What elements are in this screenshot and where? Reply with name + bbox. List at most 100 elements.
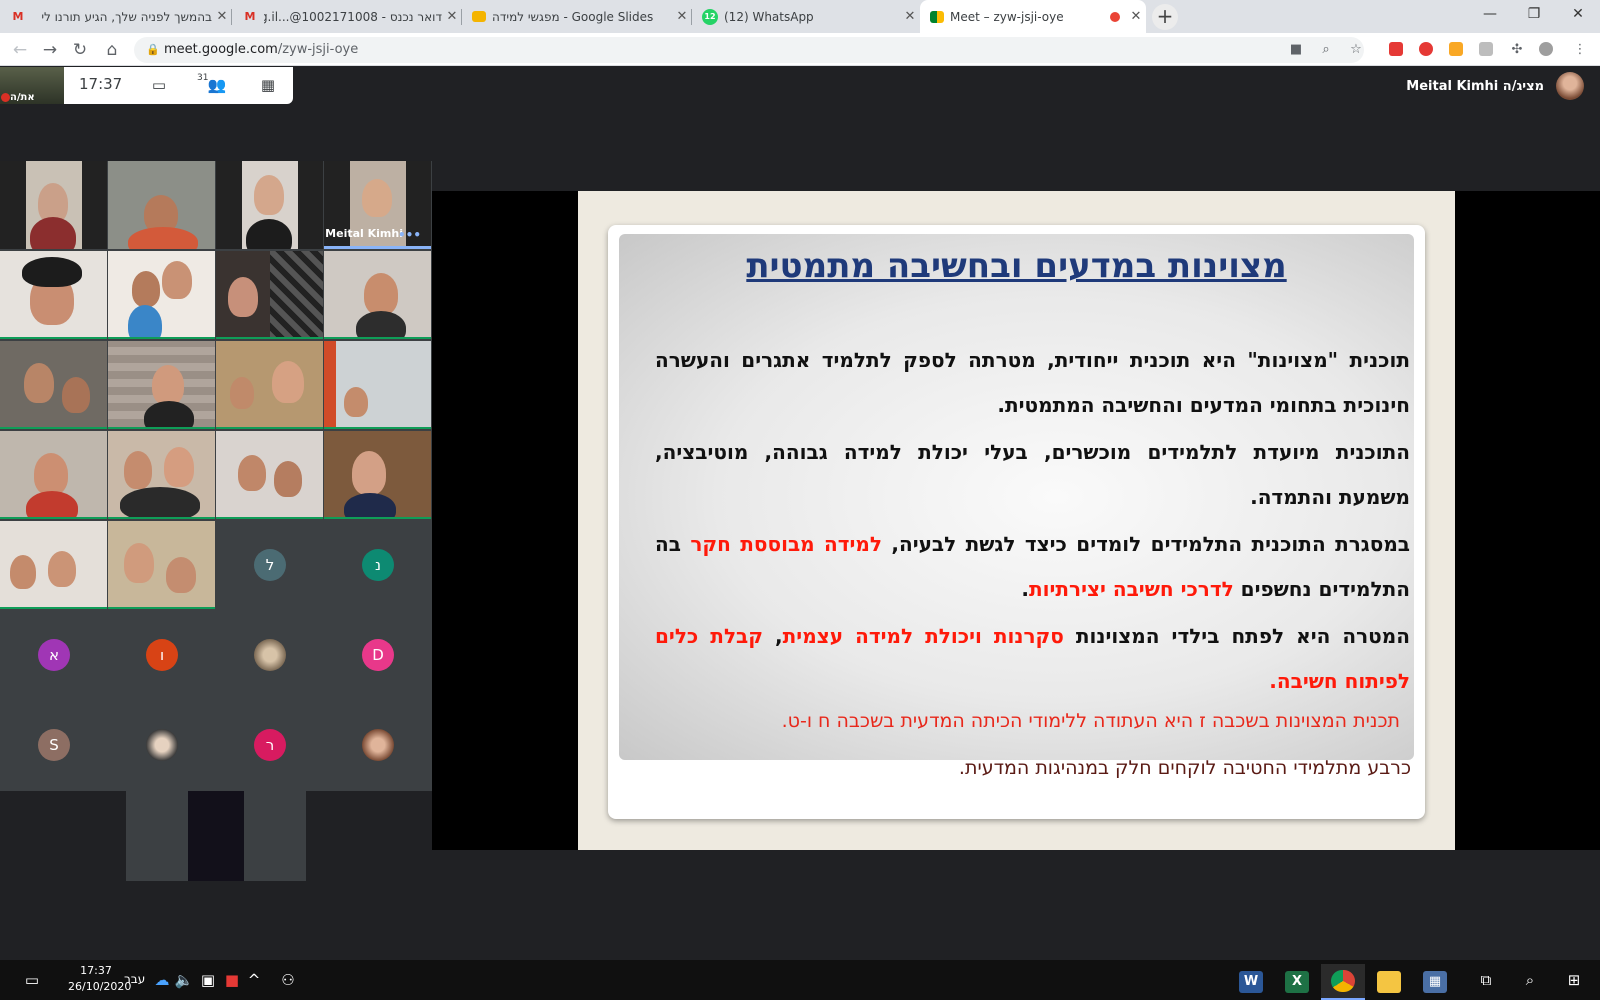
profile-icon[interactable] (1539, 42, 1553, 56)
extensions-puzzle-icon[interactable]: ✣ (1507, 40, 1527, 60)
tab-gmail-inbox[interactable]: M דואר נכנס - 1002171008@...org.il ✕ (232, 0, 462, 33)
network-icon[interactable]: ▣ (198, 970, 218, 990)
recording-indicator-icon (1110, 11, 1120, 22)
participant-tile[interactable] (108, 521, 215, 609)
gmail-icon: M (12, 10, 24, 23)
participant-avatar: D (362, 639, 394, 671)
task-view-icon[interactable]: ⧉ (1476, 970, 1496, 990)
participant-tile[interactable] (0, 341, 107, 429)
tab-meet[interactable]: Meet – zyw-jsji-oye ✕ (920, 0, 1146, 33)
extension-icon[interactable] (1389, 42, 1403, 56)
slides-icon (472, 11, 486, 22)
participant-tile[interactable] (108, 431, 215, 519)
bookmark-star-icon[interactable]: ☆ (1346, 40, 1366, 60)
taskbar-chrome[interactable] (1321, 964, 1365, 1000)
participant-tile[interactable] (108, 161, 215, 249)
participant-tile[interactable] (108, 701, 215, 789)
minimize-button[interactable]: — (1468, 0, 1512, 30)
tray-chevron-up-icon[interactable]: ^ (244, 970, 264, 990)
participant-tile[interactable]: D (324, 611, 431, 699)
participant-avatar: ר (254, 729, 286, 761)
zoom-icon[interactable]: ⌕ (1316, 40, 1336, 60)
back-icon[interactable]: ← (7, 37, 33, 63)
slide-paragraph-1: תוכנית "מצוינות" היא תוכנית ייחודית, מטר… (655, 348, 1410, 417)
word-icon: W (1239, 971, 1263, 993)
acrobat-icon[interactable]: ■ (222, 970, 242, 990)
participant-tile[interactable] (324, 251, 431, 339)
close-window-button[interactable]: ✕ (1556, 0, 1600, 30)
participant-avatar: ו (146, 639, 178, 671)
windows-start-icon[interactable]: ⊞ (1564, 970, 1584, 990)
more-options-icon[interactable]: ••• (398, 228, 421, 242)
self-view[interactable]: את/ה (0, 67, 64, 104)
address-bar[interactable]: 🔒 meet.google.com/zyw-jsji-oye (134, 37, 1364, 63)
taskbar-clock[interactable]: 17:37 26/10/2020 (68, 963, 131, 995)
close-tab-icon[interactable]: ✕ (672, 9, 692, 24)
extension-icon[interactable] (1449, 42, 1463, 56)
presenter-label: Meital Kimhi מציג/ה (1406, 72, 1584, 100)
chat-icon[interactable]: ▭ (146, 74, 172, 96)
people-tray-icon[interactable]: ⚇ (278, 970, 298, 990)
taskbar-excel[interactable]: X (1275, 964, 1319, 1000)
slide-paragraph-3: במסגרת התוכנית התלמידים לומדים כיצד לגשת… (655, 532, 1410, 601)
participant-tile[interactable] (108, 251, 215, 339)
taskbar-word[interactable]: W (1229, 964, 1273, 1000)
calculator-icon: ▦ (1423, 971, 1447, 993)
onedrive-icon[interactable]: ☁ (152, 970, 172, 990)
participant-tile[interactable] (0, 251, 107, 339)
participant-photo-avatar (362, 729, 394, 761)
folder-icon (1377, 971, 1401, 993)
participant-tile-meital-kimhi[interactable]: Meital Kimhi ••• (324, 161, 431, 249)
extension-icon[interactable] (1479, 42, 1493, 56)
gmail-icon: M (244, 10, 256, 23)
input-language[interactable]: עבר (124, 972, 145, 986)
volume-icon[interactable]: 🔈 (174, 970, 194, 990)
close-tab-icon[interactable]: ✕ (212, 9, 232, 24)
participant-tile[interactable]: ר (216, 701, 323, 789)
participant-tile[interactable]: א (0, 611, 107, 699)
new-tab-button[interactable]: + (1152, 4, 1178, 30)
close-tab-icon[interactable]: ✕ (900, 9, 920, 24)
participant-tile[interactable] (108, 341, 215, 429)
participant-tile[interactable] (216, 161, 323, 249)
tab-gmail-reply[interactable]: M בהמשך לפניה שלך, הגיע תורנו לי ✕ (0, 0, 232, 33)
close-tab-icon[interactable]: ✕ (1126, 9, 1146, 24)
participant-tile[interactable] (324, 701, 431, 789)
participant-tile[interactable] (216, 341, 323, 429)
participant-tile[interactable] (0, 161, 107, 249)
camera-icon[interactable]: ■ (1286, 40, 1306, 60)
home-icon[interactable]: ⌂ (99, 37, 125, 63)
close-tab-icon[interactable]: ✕ (442, 9, 462, 24)
people-icon[interactable]: 👥 (204, 74, 230, 96)
participant-tile[interactable] (324, 341, 431, 429)
meet-controls-bar: את/ה 17:37 ▭ 31 👥 ▦ (0, 67, 293, 104)
participant-tile[interactable]: S (0, 701, 107, 789)
restore-button[interactable]: ❐ (1512, 0, 1556, 30)
meeting-clock: 17:37 (79, 75, 123, 93)
participant-grid: Meital Kimhi ••• ל נ א ו D S ר (0, 161, 432, 791)
participant-tile[interactable] (324, 431, 431, 519)
participant-tile[interactable]: ו (108, 611, 215, 699)
participant-tile[interactable] (216, 251, 323, 339)
tab-whatsapp[interactable]: 12 (12) WhatsApp ✕ (692, 0, 920, 33)
tab-google-slides[interactable]: מפגשי למידה - Google Slides ✕ (462, 0, 692, 33)
menu-kebab-icon[interactable]: ⋮ (1570, 40, 1590, 60)
taskbar-file-explorer[interactable] (1367, 964, 1411, 1000)
participant-tile[interactable] (216, 431, 323, 519)
slide-content: מצוינות במדעים ובחשיבה מתמטית תוכנית "מצ… (619, 234, 1414, 760)
participant-tile[interactable] (0, 431, 107, 519)
search-icon[interactable]: ⌕ (1520, 970, 1540, 990)
participant-tile[interactable] (0, 521, 107, 609)
slide-line-6: כרבע מתלמידי החטיבה לוקחים חלק במנהיגות … (958, 757, 1411, 779)
taskbar-calculator[interactable]: ▦ (1413, 964, 1457, 1000)
forward-icon[interactable]: → (37, 37, 63, 63)
activities-grid-icon[interactable]: ▦ (255, 74, 281, 96)
whatsapp-icon: 12 (702, 8, 718, 25)
participant-tile[interactable] (216, 611, 323, 699)
participant-tile[interactable]: ל (216, 521, 323, 609)
extension-icon[interactable] (1419, 42, 1433, 56)
tab-bar: M בהמשך לפניה שלך, הגיע תורנו לי ✕ M דוא… (0, 0, 1600, 33)
participant-tile[interactable]: נ (324, 521, 431, 609)
notifications-icon[interactable]: ▭ (22, 970, 42, 990)
reload-icon[interactable]: ↻ (67, 37, 93, 63)
